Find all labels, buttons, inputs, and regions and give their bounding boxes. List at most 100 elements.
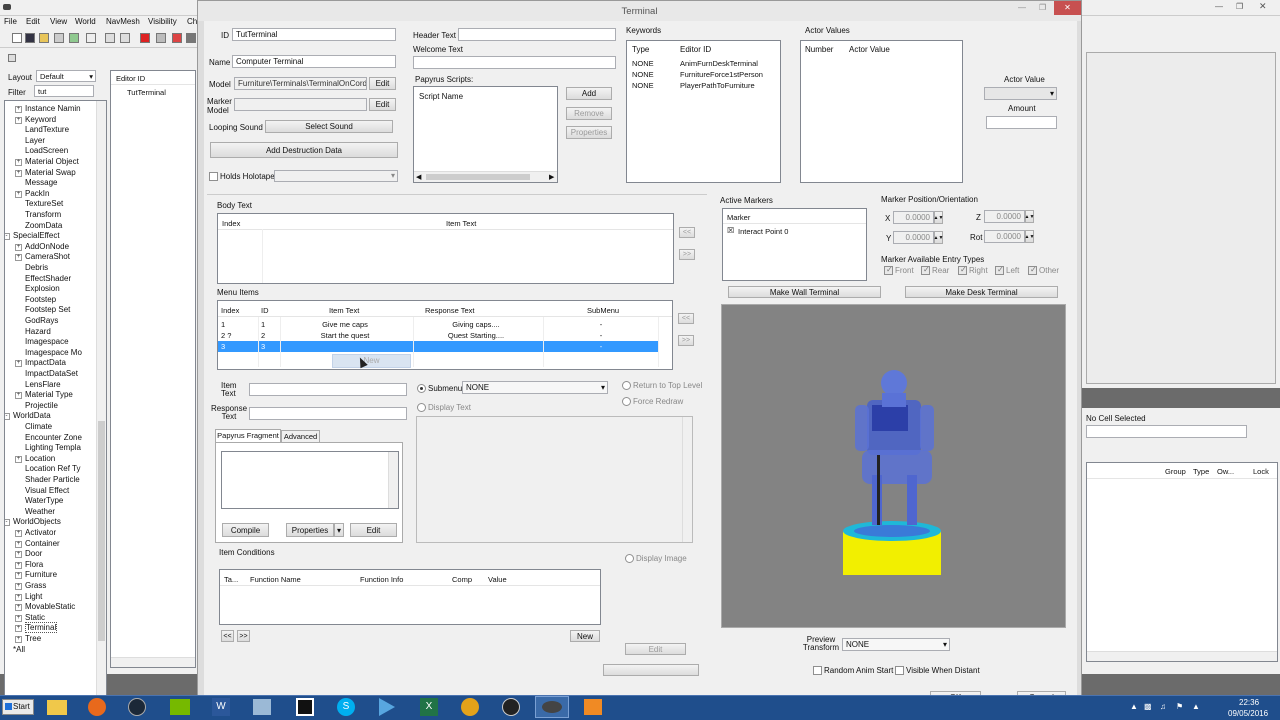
z-field[interactable]: 0.0000 [984,210,1025,223]
cell-hscrollbar[interactable] [1087,651,1277,661]
dialog-close-button[interactable]: ✕ [1054,1,1081,15]
holds-holotape-checkbox[interactable]: Holds Holotape [209,172,275,182]
tree-item[interactable]: Weather [5,507,97,518]
tree-item[interactable]: Debris [5,263,97,274]
start-button[interactable]: Start [2,699,34,715]
expand-icon[interactable]: + [15,243,22,251]
holotape-select[interactable]: ▾ [274,170,398,182]
conditions-move-up-button[interactable]: << [221,630,234,642]
display-image-edit-button[interactable]: Edit [625,643,686,655]
random-anim-checkbox[interactable]: Random Anim Start [813,666,893,676]
menu-item-text-header[interactable]: Item Text [329,306,359,315]
visible-distant-checkbox[interactable]: Visible When Distant [895,666,980,676]
dialog-minimize-icon[interactable]: — [1018,3,1026,12]
maximize-icon[interactable]: ❐ [1236,2,1243,11]
tree-item[interactable]: LoadScreen [5,146,97,157]
condition-function-name-header[interactable]: Function Name [250,575,301,584]
expand-icon[interactable]: + [15,169,22,177]
volume-icon[interactable]: ♫ [1160,702,1166,711]
link-icon[interactable] [172,33,182,43]
tree-item[interactable]: Shader Particle [5,475,97,486]
tree-item[interactable]: + PackIn [5,189,97,200]
keyword-row[interactable]: NONE PlayerPathToFurniture [627,80,780,91]
condition-target-header[interactable]: Ta... [224,575,238,584]
object-tree[interactable]: + Instance Namin + Keyword LandTexture Layer L… [4,100,107,720]
tree-item[interactable]: Climate [5,422,97,433]
name-field[interactable]: Computer Terminal [232,55,396,68]
scripts-hscrollbar[interactable]: ◀ ▶ [414,171,557,182]
collapse-icon[interactable]: - [5,413,10,421]
expand-icon[interactable]: + [15,604,22,612]
tree-item[interactable]: Layer [5,136,97,147]
z-spinner[interactable]: ▲▼ [1025,210,1034,223]
active-markers-list[interactable]: Marker ☒ Interact Point 0 [722,208,867,281]
lock-header[interactable]: Lock [1253,467,1269,476]
script-properties-button[interactable]: Properties [566,126,612,139]
blank-disabled-button[interactable] [603,664,699,676]
tree-item[interactable]: EffectShader [5,274,97,285]
taskbar-media[interactable] [370,696,404,718]
entry-other-checkbox[interactable]: Other [1028,265,1059,276]
keyword-editor-id-header[interactable]: Editor ID [680,45,711,54]
tree-item[interactable]: Imagespace Mo [5,348,97,359]
item-text-field[interactable] [249,383,407,396]
taskbar-nvidia[interactable] [163,696,197,718]
tree-item[interactable]: + Location [5,454,97,465]
expand-icon[interactable]: + [15,572,22,580]
expand-icon[interactable]: + [15,593,22,601]
taskbar-audio[interactable] [453,696,487,718]
context-new-popup[interactable]: New [332,354,411,368]
script-name-header[interactable]: Script Name [419,92,463,101]
taskbar-excel[interactable]: X [412,696,446,718]
tree-item[interactable]: TextureSet [5,199,97,210]
tree-scroll-thumb[interactable] [98,421,105,641]
tree-item[interactable]: ZoomData [5,221,97,232]
clock-time[interactable]: 22:36 [1239,698,1259,707]
snap-icon[interactable] [186,33,196,43]
undo-icon[interactable] [105,33,115,43]
scroll-right-icon[interactable]: ▶ [549,173,554,181]
tree-item[interactable]: *All [5,645,97,656]
number-header[interactable]: Number [805,45,833,54]
item-conditions-list[interactable]: Ta... Function Name Function Info Comp V… [219,569,601,625]
flag-icon[interactable]: ⚑ [1176,702,1183,711]
actor-values-list[interactable]: Number Actor Value [800,40,963,183]
tree-item[interactable]: + AddOnNode [5,242,97,253]
tree-item[interactable]: + Container [5,539,97,550]
list-item[interactable]: TutTerminal [111,87,195,98]
collapse-icon[interactable]: - [5,233,10,241]
taskbar-obs-studio[interactable] [494,696,528,718]
y-field[interactable]: 0.0000 [893,231,934,244]
brush-icon[interactable] [86,33,96,43]
menu-move-up-button[interactable]: << [678,313,694,324]
tree-item[interactable]: + Material Type [5,390,97,401]
model-field[interactable]: Furniture\Terminals\TerminalOnCorded.n [234,77,367,90]
display-text-area[interactable] [416,416,693,543]
expand-icon[interactable]: + [15,636,22,643]
speaker-icon[interactable]: ▲ [1192,702,1200,711]
expand-icon[interactable]: + [15,551,22,559]
header-text-field[interactable] [458,28,616,41]
body-text-list[interactable]: Index Item Text [217,213,674,284]
expand-icon[interactable]: + [15,625,22,633]
tree-item[interactable]: Hazard [5,327,97,338]
actor-value-header[interactable]: Actor Value [849,45,890,54]
marker-model-edit-button[interactable]: Edit [369,98,396,111]
keyword-row[interactable]: NONE FurnitureForce1stPerson [627,69,780,80]
expand-icon[interactable]: + [15,254,22,262]
tree-item[interactable]: Location Ref Ty [5,464,97,475]
rot-field[interactable]: 0.0000 [984,230,1025,243]
force-redraw-radio[interactable]: Force Redraw [622,397,683,407]
menu-file[interactable]: File [4,17,17,26]
collapse-icon[interactable]: - [5,519,10,527]
remove-script-button[interactable]: Remove [566,107,612,120]
new-icon[interactable] [12,33,22,43]
tree-item[interactable]: LensFlare [5,380,97,391]
stop-icon[interactable] [140,33,150,43]
menu-edit[interactable]: Edit [26,17,40,26]
list-hscrollbar[interactable] [111,657,195,667]
network-icon[interactable]: ▩ [1144,702,1152,711]
settings-icon[interactable] [54,33,64,43]
expand-icon[interactable]: + [15,455,22,463]
group-header[interactable]: Group [1165,467,1186,476]
